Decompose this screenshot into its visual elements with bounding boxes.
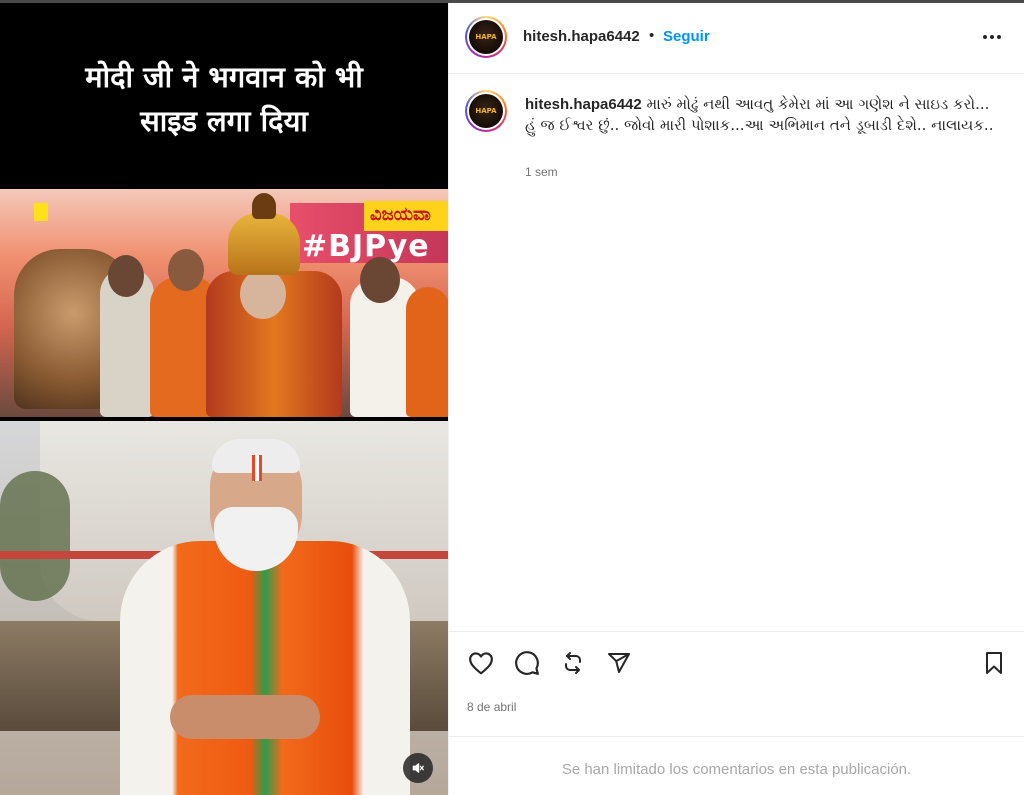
caption-username[interactable]: hitesh.hapa6442 [525,96,642,113]
tv-channel-logo: ವಿಜಯವಾ [364,201,448,231]
post-side-panel: HAPA hitesh.hapa6442 • Seguir HAPA hites… [448,3,1024,795]
heart-icon [469,652,493,675]
repost-icon [565,652,581,674]
caption-avatar-logo-text: HAPA [475,106,497,115]
portrait-arm [170,695,320,739]
comments-section: HAPA hitesh.hapa6442 મારું મોઢું નથી આવત… [449,75,1024,631]
yellow-marker [34,203,48,221]
post-header: HAPA hitesh.hapa6442 • Seguir [449,3,1024,74]
media-image-stage-scene: #BJPye ವಿಜಯವಾ [0,189,448,417]
author-username[interactable]: hitesh.hapa6442 [523,28,640,45]
media-caption-overlay: मोदी जी ने भगवान को भी साइड लगा दिया [0,3,448,189]
more-options-icon [983,35,1001,39]
mute-button[interactable] [403,753,433,783]
tree [0,471,70,601]
forehead-tilak [252,455,262,481]
media-caption-line-2: साइड लगा दिया [140,104,308,138]
person-left-head [108,255,144,297]
post-actions: 8 de abril Se han limitado los comentari… [449,631,1024,793]
save-button[interactable] [979,648,1009,678]
stage-banner-text: #BJPye [302,229,430,264]
post-date[interactable]: 8 de abril [467,700,516,714]
follow-button[interactable]: Seguir [663,28,710,45]
person-far-right [406,287,448,417]
person-center-head [240,269,286,319]
more-options-button[interactable] [977,25,1007,49]
separator-dot: • [649,27,655,44]
avatar-logo-text: HAPA [475,32,497,41]
crown-tip [252,193,276,219]
saffron-shawl [120,541,410,795]
person-saffron-head [168,249,204,291]
media-image-portrait-scene [0,421,448,795]
ceremonial-crown [228,213,300,275]
post-media[interactable]: मोदी जी ने भगवान को भी साइड लगा दिया #BJ… [0,3,448,795]
comment-icon [515,651,539,675]
speaker-muted-icon [412,763,424,773]
bookmark-icon [986,652,1002,674]
post-caption: hitesh.hapa6442 મારું મોઢું નથી આવતુ કેમ… [525,94,995,135]
caption-timestamp[interactable]: 1 sem [525,165,558,179]
media-caption-line-1: मोदी जी ने भगवान को भी [85,60,363,94]
repost-button[interactable] [558,648,588,678]
share-button[interactable] [604,648,634,678]
comments-limited-notice: Se han limitado los comentarios en esta … [449,736,1024,795]
person-right-head [360,257,400,303]
share-icon [608,653,630,673]
like-button[interactable] [466,648,496,678]
author-avatar[interactable]: HAPA [465,16,507,58]
comment-button[interactable] [512,648,542,678]
caption-author-avatar[interactable]: HAPA [465,90,507,132]
